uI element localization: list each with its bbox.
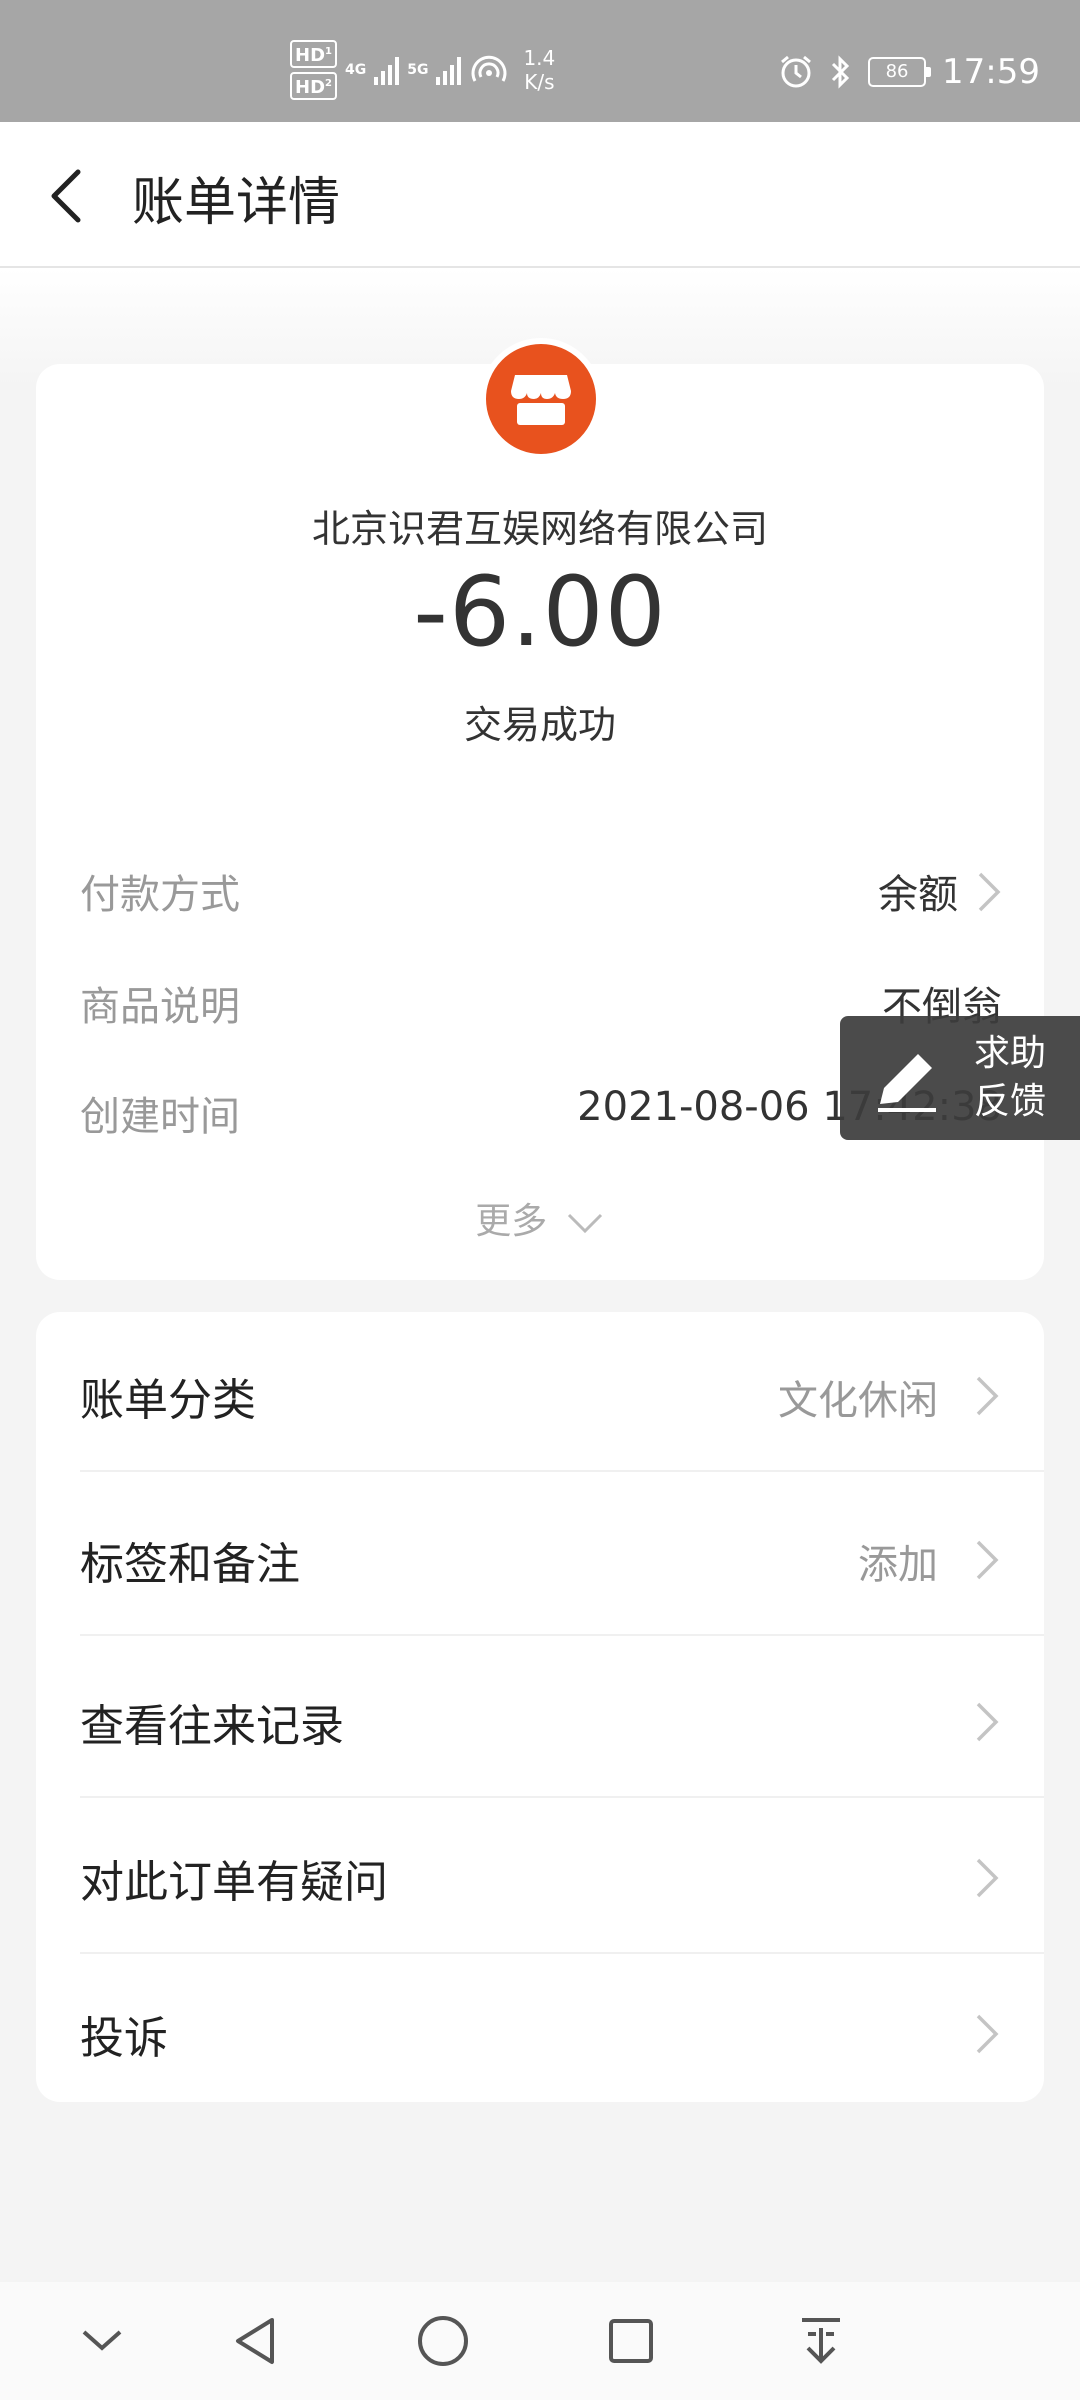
chevron-down-icon: [567, 1213, 602, 1234]
list-item-tags-notes[interactable]: 标签和备注 添加: [36, 1476, 1044, 1636]
pencil-icon: [878, 1054, 936, 1112]
feedback-label: 求助 反馈: [974, 1030, 1046, 1126]
store-icon: [511, 375, 571, 425]
hd1-badge: HD1: [290, 40, 337, 68]
recents-square-icon[interactable]: [606, 2314, 656, 2368]
status-bar: HD1 HD2 4G 5G 1.4 K/s 86 17:59: [0, 0, 1080, 122]
transaction-amount: -6.00: [413, 556, 667, 668]
chevron-right-icon: [976, 2014, 999, 2054]
collapse-icon[interactable]: [80, 2314, 124, 2368]
list-item-label: 查看往来记录: [80, 1701, 344, 1752]
list-item-view-records[interactable]: 查看往来记录: [36, 1638, 1044, 1798]
detail-value: 余额: [878, 872, 958, 918]
status-left: HD1 HD2 4G 5G 1.4 K/s: [290, 40, 555, 100]
chevron-right-icon: [976, 1858, 999, 1898]
chevron-left-icon[interactable]: [42, 166, 94, 226]
detail-row-payment-method[interactable]: 付款方式 余额: [80, 862, 1002, 922]
list-item-value: 文化休闲: [778, 1378, 938, 1424]
notification-pull-icon[interactable]: [796, 2314, 846, 2368]
chevron-right-icon: [976, 1540, 999, 1580]
list-item-label: 标签和备注: [80, 1539, 300, 1590]
app-header: 账单详情: [0, 122, 1080, 268]
list-item-complaint[interactable]: 投诉: [36, 1950, 1044, 2110]
list-item-order-question[interactable]: 对此订单有疑问: [36, 1794, 1044, 1954]
divider: [80, 1470, 1044, 1472]
speed-value: 1.4: [523, 46, 556, 70]
feedback-line2: 反馈: [974, 1081, 1047, 1122]
list-item-bill-category[interactable]: 账单分类 文化休闲: [36, 1312, 1044, 1472]
clock: 17:59: [942, 52, 1040, 92]
back-triangle-icon[interactable]: [230, 2314, 280, 2368]
hd2-badge: HD2: [290, 72, 337, 100]
home-circle-icon[interactable]: [416, 2314, 470, 2368]
status-right: 86 17:59: [778, 52, 1040, 92]
merchant-name: 北京识君互娱网络有限公司: [311, 507, 768, 551]
network-5g-label: 5G: [407, 62, 429, 78]
merchant-logo: [480, 338, 602, 460]
divider: [80, 1634, 1044, 1636]
hd-indicators: HD1 HD2: [290, 40, 337, 100]
more-label: 更多: [475, 1201, 548, 1242]
chevron-right-icon: [978, 872, 1001, 912]
bill-summary-card: 北京识君互娱网络有限公司 -6.00 交易成功 付款方式 余额 商品说明 不倒翁…: [36, 338, 1044, 1280]
speed-unit: K/s: [524, 70, 555, 94]
detail-label: 付款方式: [80, 872, 240, 918]
network-4g-label: 4G: [344, 62, 367, 78]
bluetooth-icon: [831, 55, 850, 89]
list-item-value: 添加: [858, 1542, 938, 1588]
signal-icon-2: [436, 55, 462, 85]
help-feedback-button[interactable]: 求助 反馈: [840, 1016, 1080, 1140]
hotspot-icon: [472, 55, 507, 82]
battery-level: 86: [885, 61, 909, 82]
detail-label: 商品说明: [80, 984, 240, 1030]
more-button[interactable]: 更多: [36, 1192, 1044, 1244]
list-item-label: 对此订单有疑问: [80, 1857, 388, 1908]
detail-label: 创建时间: [80, 1094, 240, 1140]
chevron-right-icon: [976, 1702, 999, 1742]
battery-icon: 86: [868, 57, 932, 87]
list-item-label: 账单分类: [80, 1375, 256, 1426]
system-nav-bar: [0, 2282, 1080, 2400]
alarm-icon: [781, 55, 811, 88]
page-title: 账单详情: [132, 173, 341, 233]
signal-icon: [374, 55, 400, 85]
feedback-line1: 求助: [974, 1033, 1047, 1074]
bill-actions-card: 账单分类 文化休闲 标签和备注 添加 查看往来记录 对此订单有疑问 投诉: [36, 1312, 1044, 2102]
chevron-right-icon: [976, 1376, 999, 1416]
network-speed: 1.4 K/s: [523, 46, 555, 94]
list-item-label: 投诉: [80, 2013, 168, 2064]
transaction-status: 交易成功: [463, 703, 616, 747]
